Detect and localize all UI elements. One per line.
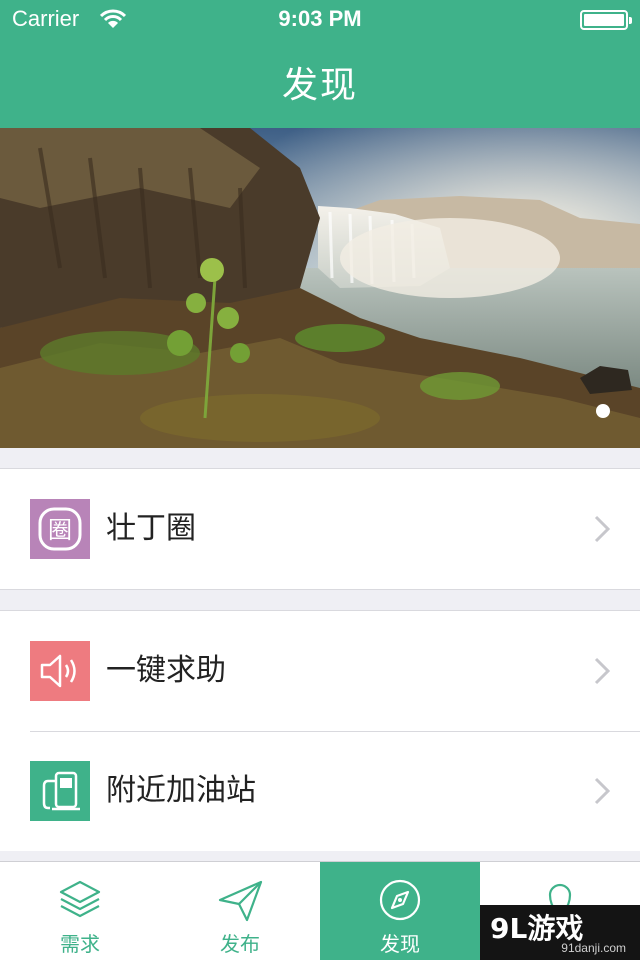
banner-carousel[interactable] [0, 128, 640, 448]
tab-discover[interactable]: 发现 [320, 862, 480, 960]
menu-row-one-click-help[interactable]: 一键求助 [0, 611, 640, 731]
zhuangding-icon-glyph: 圈 [48, 516, 72, 544]
layers-icon [59, 880, 101, 918]
menu-group-1: 圈 壮丁圈 [0, 468, 640, 590]
nav-header: Carrier 9:03 PM 发现 [0, 0, 640, 128]
menu-row-nearby-gas-station[interactable]: 附近加油站 [0, 731, 640, 851]
page-title: 发现 [281, 65, 358, 106]
status-bar: Carrier 9:03 PM [0, 0, 640, 40]
menu-label-zhuangding-circle: 壮丁圈 [106, 511, 196, 546]
tab-publish[interactable]: 发布 [160, 862, 320, 960]
carousel-page-indicator[interactable] [596, 404, 610, 418]
menu-row-zhuangding-circle[interactable]: 圈 壮丁圈 [0, 469, 640, 589]
gas-pump-icon [30, 761, 90, 821]
battery-icon [580, 10, 632, 30]
chevron-right-icon [594, 657, 610, 685]
tab-label-discover: 发现 [380, 932, 420, 956]
compass-icon [379, 879, 421, 921]
paper-plane-icon [218, 880, 263, 922]
zhuangding-circle-icon: 圈 [30, 499, 90, 559]
watermark-badge: 9L游戏 91danji.com [480, 905, 640, 960]
speaker-icon [30, 641, 90, 701]
watermark-url: 91danji.com [561, 941, 626, 955]
menu-group-2: 一键求助 附近加油站 [0, 610, 640, 851]
waterfall-landscape-image [0, 128, 640, 448]
tab-label-publish: 发布 [220, 932, 260, 956]
chevron-right-icon [594, 515, 610, 543]
menu-label-one-click-help: 一键求助 [106, 653, 226, 688]
tab-label-demand: 需求 [60, 932, 100, 956]
clock: 9:03 PM [278, 6, 362, 31]
tab-demand[interactable]: 需求 [0, 862, 160, 960]
menu-label-nearby-gas-station: 附近加油站 [106, 773, 256, 808]
chevron-right-icon [594, 777, 610, 805]
